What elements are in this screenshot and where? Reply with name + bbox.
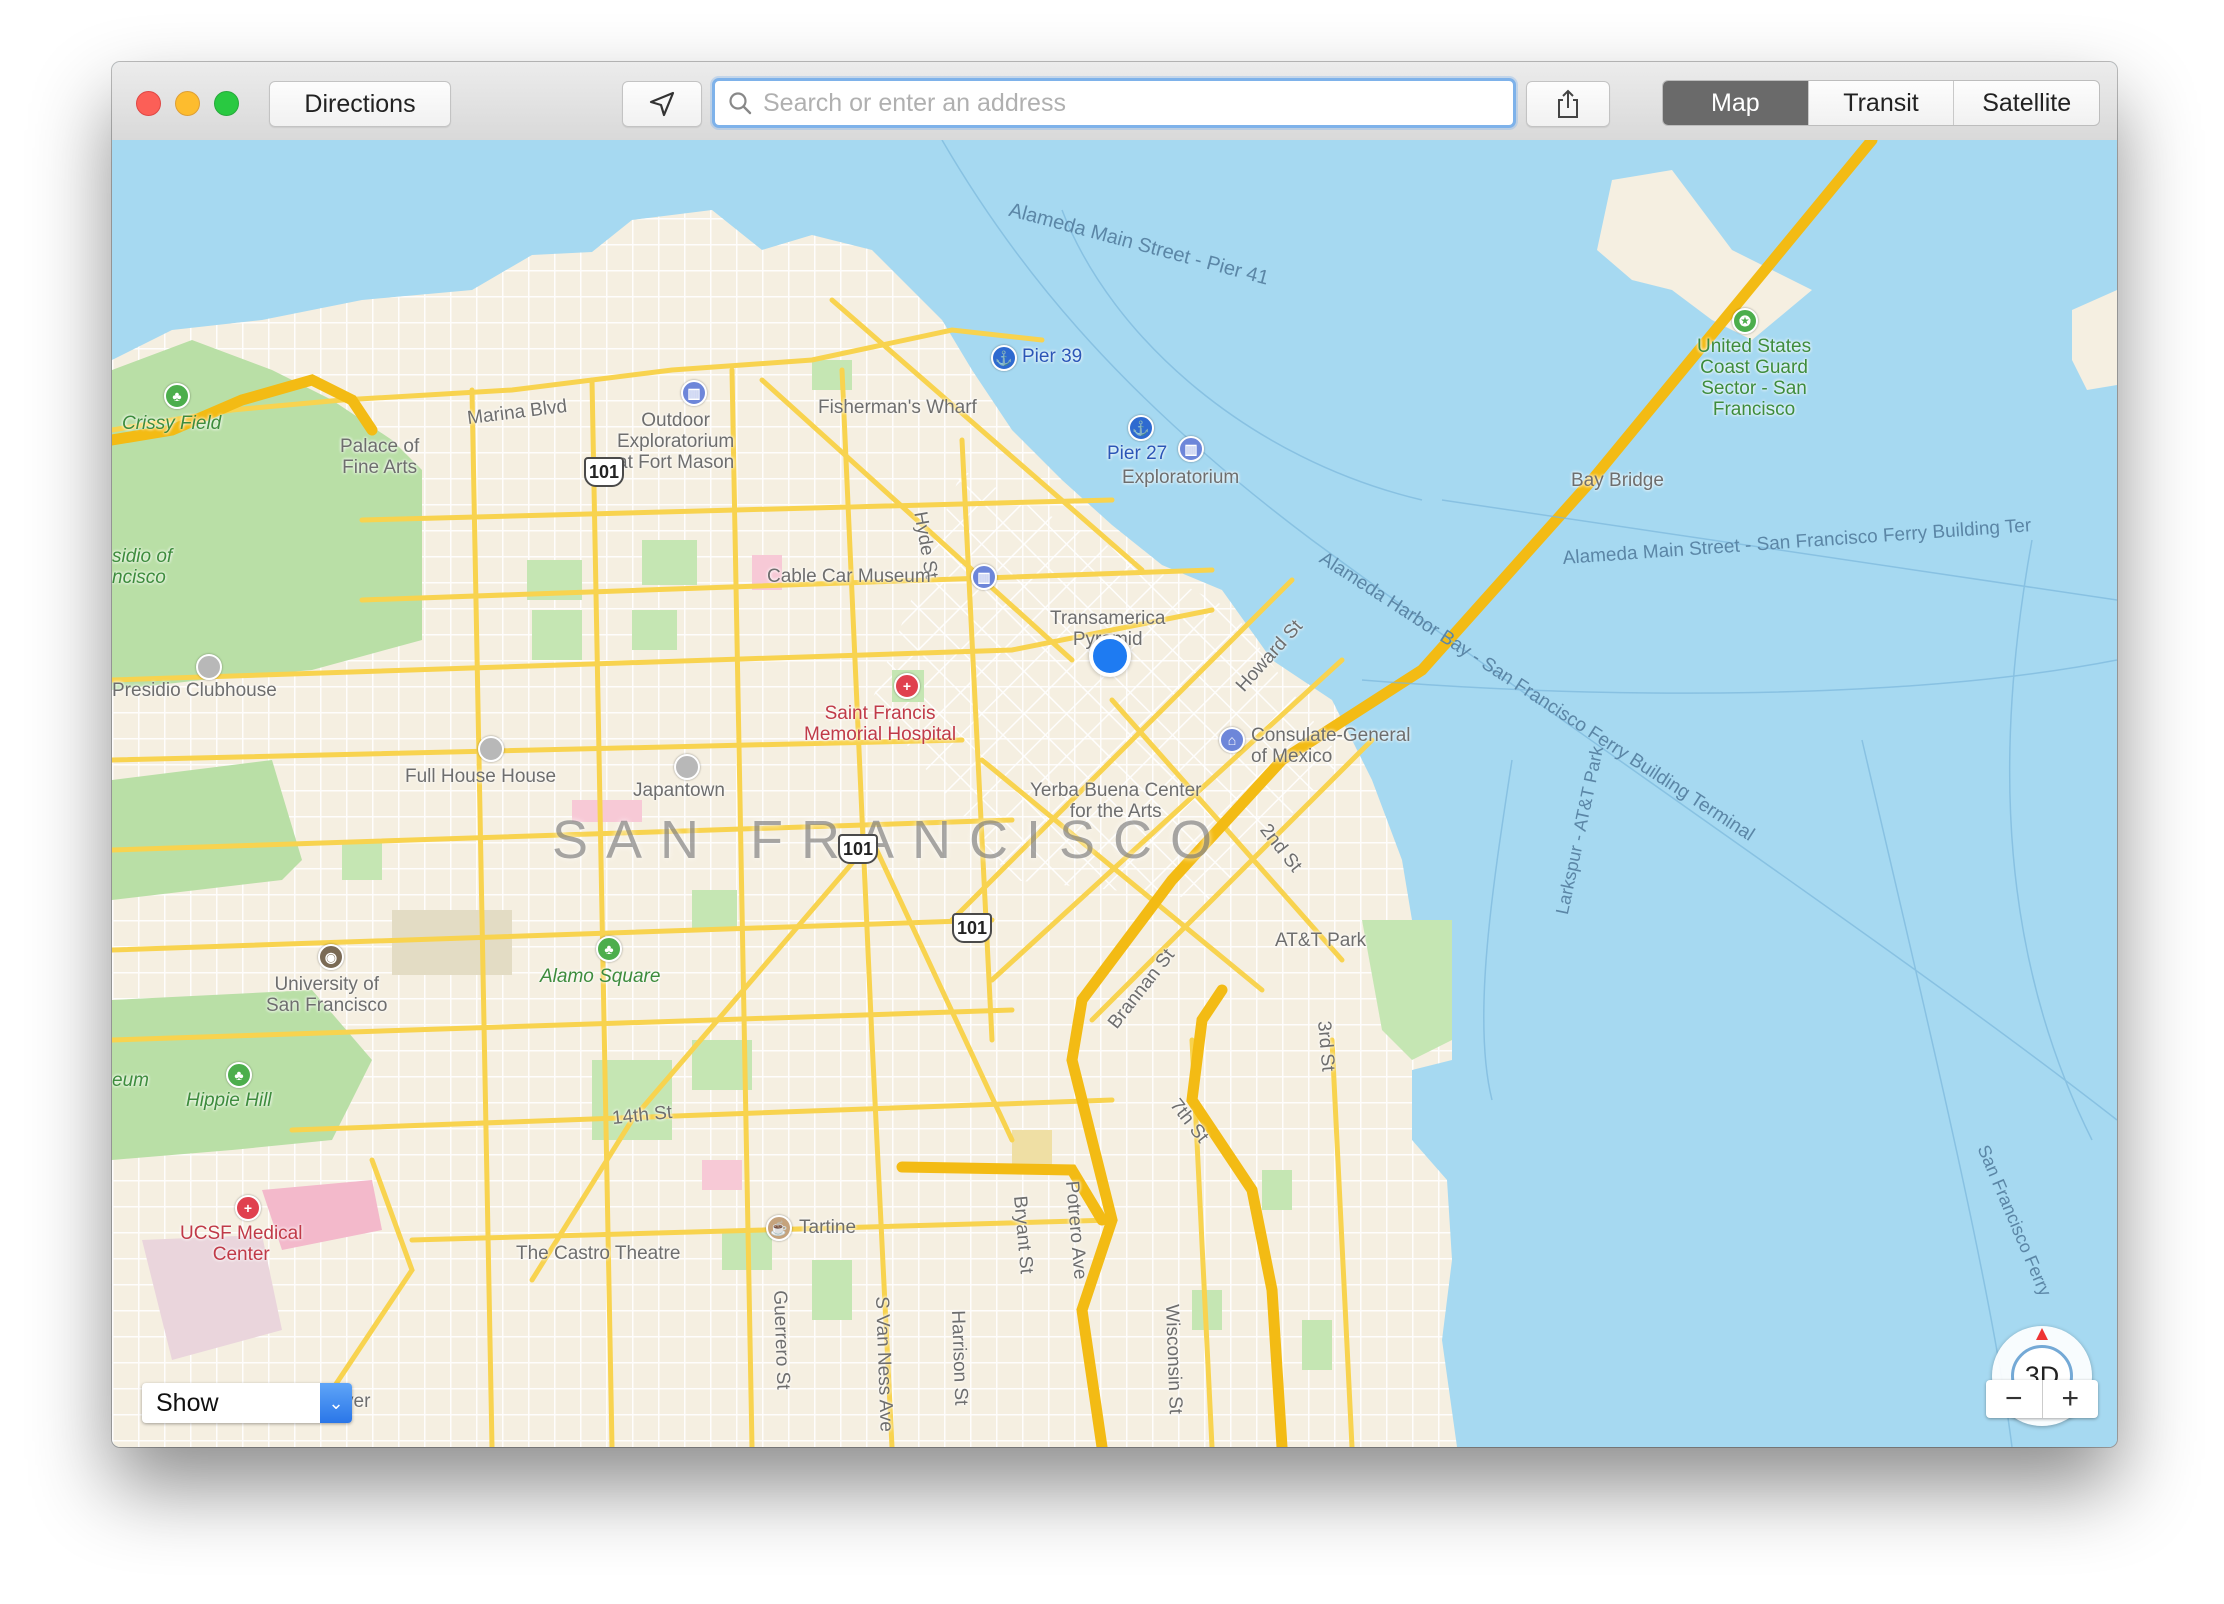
label-guerrero-st: Guerrero St	[769, 1290, 794, 1390]
label-bay-bridge: Bay Bridge	[1571, 470, 1664, 491]
highway-shield: 101	[952, 913, 992, 943]
search-icon	[729, 92, 752, 115]
label-presidio: sidio of ncisco	[112, 546, 173, 588]
label-tartine: Tartine	[799, 1217, 857, 1238]
share-button[interactable]	[1526, 81, 1610, 127]
coast-guard-icon[interactable]: ✪	[1732, 308, 1758, 334]
pier39-icon[interactable]: ⚓	[991, 345, 1017, 371]
exploratorium-icon[interactable]: ▥	[1178, 436, 1204, 462]
label-crissy-field: Crissy Field	[122, 413, 222, 434]
label-ucsf: UCSF Medical Center	[180, 1223, 303, 1265]
location-arrow-icon	[649, 91, 675, 117]
consulate-icon[interactable]: ⌂	[1219, 727, 1245, 753]
current-location-button[interactable]	[622, 81, 702, 127]
search-field[interactable]: Search or enter an address	[712, 78, 1516, 128]
label-3rd-st: 3rd St	[1313, 1020, 1339, 1073]
label-japantown: Japantown	[633, 780, 725, 801]
view-mode-segmented-control: Map Transit Satellite	[1662, 80, 2100, 126]
toolbar: Directions Search or enter an address Ma…	[112, 62, 2117, 141]
label-cable-car-museum: Cable Car Museum	[767, 566, 931, 587]
label-palace-fine-arts: Palace of Fine Arts	[340, 436, 420, 478]
city-label: SAN FRANCISCO	[552, 810, 1231, 870]
label-exploratorium: Exploratorium	[1122, 467, 1240, 488]
close-button[interactable]	[136, 91, 161, 116]
crissy-field-icon[interactable]: ♣	[164, 383, 190, 409]
label-full-house: Full House House	[405, 766, 557, 787]
search-placeholder: Search or enter an address	[763, 88, 1066, 117]
alamo-square-icon[interactable]: ♣	[596, 936, 622, 962]
show-dropdown[interactable]: Show ⌄	[142, 1383, 352, 1423]
minimize-button[interactable]	[175, 91, 200, 116]
maps-window: Directions Search or enter an address Ma…	[112, 62, 2117, 1447]
label-wisconsin-st: Wisconsin St	[1161, 1304, 1186, 1415]
label-yerba-buena: Yerba Buena Center for the Arts	[1030, 780, 1202, 822]
presidio-clubhouse-icon[interactable]	[196, 654, 222, 680]
cable-car-museum-icon[interactable]: ▥	[971, 564, 997, 590]
label-castro-theatre: The Castro Theatre	[516, 1243, 681, 1264]
compass-north-icon	[2036, 1328, 2048, 1340]
label-pier39: Pier 39	[1022, 346, 1083, 367]
label-fishermans-wharf: Fisherman's Wharf	[818, 397, 977, 418]
label-university-sf: University of San Francisco	[266, 974, 388, 1016]
label-hippie-hill: Hippie Hill	[186, 1090, 272, 1111]
hospital-icon[interactable]: +	[894, 673, 920, 699]
zoom-out-button[interactable]: −	[1986, 1380, 2043, 1418]
view-mode-satellite[interactable]: Satellite	[1953, 81, 2099, 125]
label-outdoor-exploratorium: Outdoor Exploratorium at Fort Mason	[617, 410, 735, 473]
zoom-in-button[interactable]: +	[2043, 1380, 2099, 1418]
label-consulate: Consulate-General of Mexico	[1251, 725, 1411, 767]
view-mode-map[interactable]: Map	[1663, 81, 1808, 125]
outdoor-exploratorium-icon[interactable]: ▥	[681, 380, 707, 406]
highway-shield: 101	[838, 834, 878, 864]
current-location-dot[interactable]	[1089, 635, 1131, 677]
label-museum-partial: eum	[112, 1070, 149, 1091]
label-pier27: Pier 27	[1107, 443, 1168, 464]
zoom-window-button[interactable]	[214, 91, 239, 116]
label-att-park: AT&T Park	[1275, 930, 1367, 951]
share-icon	[1558, 89, 1578, 118]
japantown-icon[interactable]	[674, 754, 700, 780]
hippie-hill-icon[interactable]: ♣	[226, 1062, 252, 1088]
label-harrison-st: Harrison St	[947, 1310, 972, 1406]
label-presidio-clubhouse: Presidio Clubhouse	[112, 680, 277, 701]
view-mode-transit[interactable]: Transit	[1807, 81, 1954, 125]
chevron-down-icon: ⌄	[320, 1383, 352, 1423]
label-saint-francis: Saint Francis Memorial Hospital	[804, 703, 957, 745]
ucsf-hospital-icon[interactable]: +	[235, 1195, 261, 1221]
label-alamo-square: Alamo Square	[540, 966, 661, 987]
tartine-icon[interactable]: ☕	[766, 1215, 792, 1241]
highway-shield: 101	[584, 457, 624, 487]
pier27-icon[interactable]: ⚓	[1128, 415, 1154, 441]
full-house-icon[interactable]	[478, 736, 504, 762]
show-dropdown-value: Show	[156, 1388, 219, 1417]
directions-button[interactable]: Directions	[269, 81, 451, 127]
university-icon[interactable]: ◉	[318, 944, 344, 970]
map-canvas[interactable]: Alameda Main Street - Pier 41 Alameda Ma…	[112, 140, 2117, 1447]
zoom-control: − +	[1986, 1380, 2098, 1418]
label-coast-guard: United States Coast Guard Sector - San F…	[1697, 336, 1812, 420]
